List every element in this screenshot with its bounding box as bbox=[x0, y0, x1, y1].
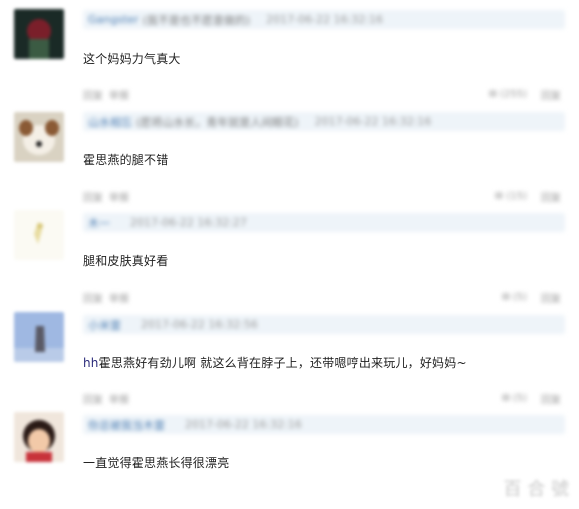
comment-meta-bar: 木一 2017-06-22 16:32:27 bbox=[83, 213, 565, 232]
timestamp: 2017-06-22 16:32:16 bbox=[185, 418, 302, 431]
comment-item: Gangster (我不是也不愿意做的) 2017-06-22 16:32:16… bbox=[0, 0, 579, 102]
thumb-icon bbox=[488, 89, 497, 97]
comment-text: 这个妈妈力气真大 bbox=[83, 52, 181, 66]
comment-meta-bar: Gangster (我不是也不愿意做的) 2017-06-22 16:32:16 bbox=[83, 10, 565, 29]
like-button[interactable]: (5) bbox=[501, 292, 527, 303]
reply-link[interactable]: 回复 bbox=[83, 87, 103, 102]
comment-item: 小米雷 2017-06-22 16:32:56 hh霍思燕好有劲儿啊 就这么背在… bbox=[0, 303, 579, 406]
thumb-icon bbox=[501, 292, 510, 300]
reply-button[interactable]: 回复 bbox=[541, 87, 561, 102]
avatar[interactable] bbox=[14, 412, 64, 462]
username-link[interactable]: 你总被我当木雷 bbox=[83, 417, 165, 433]
comment-text: 腿和皮肤真好看 bbox=[83, 254, 169, 268]
report-link[interactable]: 举报 bbox=[109, 87, 129, 102]
comment-actions: 回复 举报 (5) 回复 bbox=[83, 391, 561, 406]
comment-actions: 回复 举报 (5) 回复 bbox=[83, 290, 561, 305]
user-note: (我不是也不愿意做的) bbox=[142, 13, 251, 27]
comment-text: 霍思燕的腿不错 bbox=[83, 153, 169, 167]
timestamp: 2017-06-22 16:32:16 bbox=[266, 13, 383, 26]
comment-meta-bar: 小米雷 2017-06-22 16:32:56 bbox=[83, 315, 565, 334]
comment-meta-bar: 山水相忘 (愿将山水长，青年就是人间眼花) 2017-06-22 16:32:1… bbox=[83, 112, 565, 131]
text-body: 霍思燕好有劲儿啊 就这么背在脖子上，还带嗯哼出来玩儿，好妈妈~ bbox=[98, 356, 467, 370]
avatar[interactable] bbox=[14, 9, 64, 59]
username-link[interactable]: Gangster bbox=[83, 13, 139, 26]
comment-meta-bar: 你总被我当木雷 2017-06-22 16:32:16 bbox=[83, 415, 565, 434]
avatar[interactable] bbox=[14, 210, 64, 260]
avatar[interactable] bbox=[14, 112, 64, 162]
comment-item: 木一 2017-06-22 16:32:27 腿和皮肤真好看 回复 举报 (5)… bbox=[0, 202, 579, 305]
username-link[interactable]: 小米雷 bbox=[83, 317, 121, 333]
avatar[interactable] bbox=[14, 312, 64, 362]
timestamp: 2017-06-22 16:32:16 bbox=[314, 115, 432, 128]
timestamp: 2017-06-22 16:32:56 bbox=[141, 318, 258, 331]
timestamp: 2017-06-22 16:32:27 bbox=[130, 216, 247, 229]
comment-item: 你总被我当木雷 2017-06-22 16:32:16 一直觉得霍思燕长得很漂亮 bbox=[0, 404, 579, 505]
comment-item: 山水相忘 (愿将山水长，青年就是人间眼花) 2017-06-22 16:32:1… bbox=[0, 101, 579, 204]
comment-text: hh霍思燕好有劲儿啊 就这么背在脖子上，还带嗯哼出来玩儿，好妈妈~ bbox=[83, 354, 467, 371]
comment-actions: 回复 举报 (15) 回复 bbox=[83, 189, 561, 204]
username-link[interactable]: 木一 bbox=[83, 215, 110, 231]
user-note: (愿将山水长，青年就是人间眼花) bbox=[136, 115, 299, 129]
text-prefix: hh bbox=[83, 356, 99, 370]
like-button[interactable]: (5) bbox=[501, 393, 527, 404]
comment-text: 一直觉得霍思燕长得很漂亮 bbox=[83, 456, 230, 470]
username-link[interactable]: 山水相忘 bbox=[83, 114, 132, 130]
like-button[interactable]: (15) bbox=[495, 191, 527, 202]
thumb-icon bbox=[501, 393, 510, 401]
thumb-icon bbox=[495, 191, 504, 199]
like-button[interactable]: (255) bbox=[488, 89, 527, 100]
watermark: 百 合 號 bbox=[503, 479, 569, 500]
comment-actions: 回复 举报 (255) 回复 bbox=[83, 87, 561, 102]
